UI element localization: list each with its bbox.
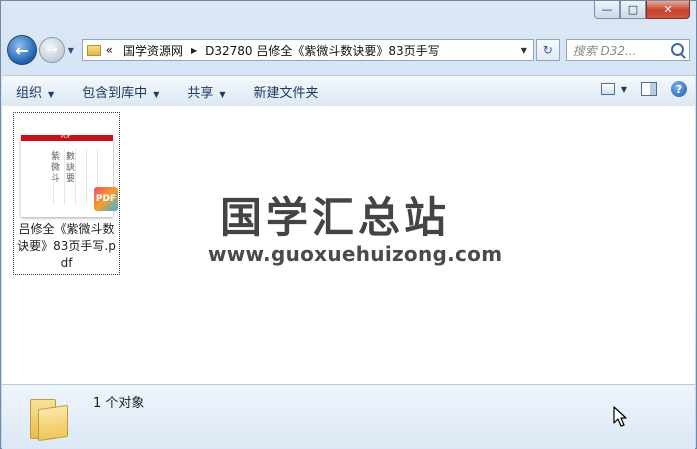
share-menu[interactable]: 共享 ▼	[173, 82, 239, 101]
item-count: 1 个对象	[93, 396, 145, 411]
file-name[interactable]: 吕修全《紫微斗数诀要》83页手写.pdf	[14, 221, 119, 272]
pdf-file-item[interactable]: PDF 紫 微 斗 數 訣 要 PDF 吕修全《紫微斗数诀要》83页手写.pdf	[13, 112, 120, 275]
chevron-down-icon: ▼	[219, 89, 226, 99]
organize-menu[interactable]: 组织 ▼	[2, 82, 68, 101]
preview-pane-icon[interactable]	[641, 82, 657, 96]
share-label: 共享	[187, 85, 214, 101]
pdf-header-label: PDF	[61, 134, 71, 140]
include-in-library-menu[interactable]: 包含到库中 ▼	[68, 82, 173, 101]
chevron-down-icon: ▼	[48, 89, 55, 99]
pdf-header-bar: PDF	[21, 134, 113, 141]
back-button[interactable]: ←	[7, 35, 37, 65]
breadcrumb-item-current[interactable]: D32780 吕修全《紫微斗数诀要》83页手写	[205, 42, 440, 59]
chevron-down-icon: ▼	[153, 89, 160, 99]
search-placeholder: 搜索 D32...	[572, 43, 637, 58]
view-icon	[600, 83, 615, 95]
help-icon[interactable]: ?	[671, 81, 687, 97]
navigation-bar: ← → ▼ « 国学资源网 ▶ D32780 吕修全《紫微斗数诀要》83页手写 …	[7, 34, 690, 66]
organize-label: 组织	[16, 85, 43, 101]
search-input[interactable]: 搜索 D32...	[565, 39, 690, 61]
minimize-button[interactable]: —	[594, 1, 620, 19]
explorer-window: — □ ✕ ← → ▼ « 国学资源网 ▶ D32780 吕修全《紫微斗数诀要》…	[0, 0, 697, 449]
command-toolbar: 组织 ▼ 包含到库中 ▼ 共享 ▼ 新建文件夹 ▼ ?	[2, 75, 695, 107]
search-icon[interactable]	[671, 43, 684, 56]
breadcrumb-item-guoxue[interactable]: 国学资源网	[123, 42, 183, 59]
breadcrumb-overflow[interactable]: «	[106, 43, 113, 57]
new-folder-button[interactable]: 新建文件夹	[240, 82, 333, 101]
watermark-title: 国学汇总站	[220, 193, 451, 242]
include-in-library-label: 包含到库中	[82, 85, 148, 101]
folder-icon	[86, 44, 101, 56]
file-list-area[interactable]: PDF 紫 微 斗 數 訣 要 PDF 吕修全《紫微斗数诀要》83页手写.pdf…	[2, 106, 695, 384]
maximize-button[interactable]: □	[620, 1, 646, 19]
forward-button[interactable]: →	[38, 37, 65, 63]
watermark-url: www.guoxuehuizong.com	[208, 242, 503, 266]
caption-buttons: — □ ✕	[594, 1, 690, 19]
address-bar[interactable]: « 国学资源网 ▶ D32780 吕修全《紫微斗数诀要》83页手写 ▼	[81, 39, 534, 61]
breadcrumb-separator[interactable]: ▶	[191, 46, 197, 55]
recent-pages-dropdown[interactable]: ▼	[68, 46, 78, 55]
change-view-button[interactable]: ▼	[600, 83, 627, 95]
pdf-icon: PDF	[94, 187, 118, 211]
details-pane: 1 个对象	[2, 384, 695, 449]
new-folder-label: 新建文件夹	[253, 85, 319, 101]
refresh-button[interactable]: ↻	[535, 39, 560, 61]
thumbnail-glyph: 斗	[51, 174, 61, 184]
folder-icon	[30, 393, 68, 442]
chevron-down-icon: ▼	[620, 84, 627, 94]
toolbar-right-group: ▼ ?	[600, 81, 687, 97]
close-button[interactable]: ✕	[646, 1, 690, 19]
address-dropdown-icon[interactable]: ▼	[521, 46, 527, 55]
thumbnail-glyph: 要	[66, 174, 76, 184]
